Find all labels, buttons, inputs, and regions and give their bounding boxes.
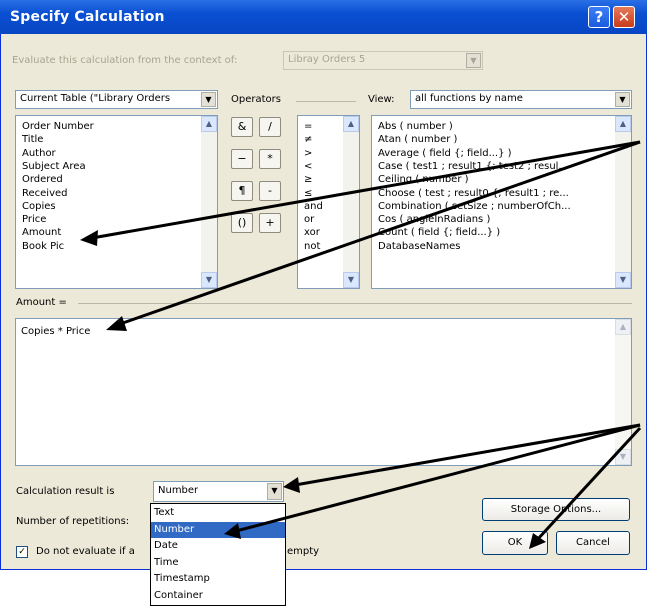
ok-button[interactable]: OK xyxy=(482,531,548,555)
operators-label: Operators xyxy=(231,94,281,105)
chevron-down-icon: ▼ xyxy=(466,53,481,68)
operator-button-hyphen[interactable]: - xyxy=(259,181,281,201)
operator-button-ampersand[interactable]: & xyxy=(231,117,253,137)
operator-list-item[interactable]: < xyxy=(304,160,312,173)
dont-evaluate-checkbox[interactable]: ✓ xyxy=(16,546,28,558)
operator-list-item[interactable]: > xyxy=(304,147,312,160)
scroll-down-icon[interactable]: ▼ xyxy=(615,449,631,465)
context-value: Libray Orders 5 xyxy=(288,54,366,65)
function-list-item[interactable]: Choose ( test ; result0 {; result1 ; re.… xyxy=(378,187,569,200)
function-list-item[interactable]: Average ( field {; field...} ) xyxy=(378,147,512,160)
field-list-item[interactable]: Subject Area xyxy=(22,160,86,173)
function-list-item[interactable]: Atan ( number ) xyxy=(378,133,457,146)
storage-options-button[interactable]: Storage Options... xyxy=(482,498,630,521)
operator-button-divide[interactable]: / xyxy=(259,117,281,137)
result-type-option[interactable]: Time xyxy=(151,555,285,571)
view-select[interactable]: all functions by name ▼ xyxy=(410,90,632,109)
operator-list-item[interactable]: not xyxy=(304,240,320,253)
result-type-dropdown[interactable]: Text Number Date Time Timestamp Container xyxy=(150,503,286,606)
formula-text: Copies * Price xyxy=(21,326,91,337)
result-type-option[interactable]: Container xyxy=(151,588,285,604)
repetitions-label: Number of repetitions: xyxy=(16,516,130,527)
operator-list-item[interactable]: ≤ xyxy=(304,187,312,200)
dialog-title: Specify Calculation xyxy=(10,9,165,25)
function-list-item[interactable]: Cos ( angleInRadians ) xyxy=(378,213,490,226)
function-list-item[interactable]: Ceiling ( number ) xyxy=(378,173,469,186)
dont-evaluate-label-end: empty xyxy=(287,546,320,557)
result-type-select[interactable]: Number ▼ xyxy=(153,481,284,502)
scroll-down-icon[interactable]: ▼ xyxy=(201,272,217,288)
result-type-option[interactable]: Text xyxy=(151,505,285,521)
field-list-item[interactable]: Author xyxy=(22,147,56,160)
operator-list-item[interactable]: ≠ xyxy=(304,133,312,146)
scroll-down-icon[interactable]: ▼ xyxy=(615,272,631,288)
operators-scrollbar[interactable]: ▲ ▼ xyxy=(343,116,359,288)
field-list-item[interactable]: Copies xyxy=(22,200,56,213)
help-button[interactable]: ? xyxy=(588,6,610,28)
formula-divider xyxy=(78,303,632,304)
scroll-up-icon[interactable]: ▲ xyxy=(343,116,359,132)
context-label: Evaluate this calculation from the conte… xyxy=(12,55,238,66)
operator-button-minus[interactable]: − xyxy=(231,149,253,169)
result-type-value: Number xyxy=(158,485,199,496)
scroll-up-icon[interactable]: ▲ xyxy=(201,116,217,132)
function-list-item[interactable]: Count ( field {; field...} ) xyxy=(378,226,500,239)
functions-scrollbar[interactable]: ▲ ▼ xyxy=(615,116,631,288)
field-list-item[interactable]: Amount xyxy=(22,226,61,239)
functions-list[interactable]: Abs ( number ) Atan ( number ) Average ( f… xyxy=(371,115,632,289)
operator-buttons: & / − * ¶ - () + xyxy=(231,113,291,243)
formula-textarea[interactable]: Copies * Price ▲ ▼ xyxy=(15,318,632,466)
chevron-down-icon[interactable]: ▼ xyxy=(267,483,282,500)
function-list-item[interactable]: DatabaseNames xyxy=(378,240,460,253)
scroll-down-icon[interactable]: ▼ xyxy=(343,272,359,288)
operator-list-item[interactable]: or xyxy=(304,213,314,226)
comparison-operators-list[interactable]: = ≠ > < ≥ ≤ and or xor not ▲ ▼ xyxy=(297,115,360,289)
operator-button-multiply[interactable]: * xyxy=(259,149,281,169)
result-type-option[interactable]: Timestamp xyxy=(151,571,285,587)
close-button[interactable]: ✕ xyxy=(613,6,635,28)
operator-list-item[interactable]: = xyxy=(304,120,312,133)
operator-list-item[interactable]: xor xyxy=(304,226,320,239)
context-select: Libray Orders 5 ▼ xyxy=(283,51,483,70)
field-list-item[interactable]: Order Number xyxy=(22,120,94,133)
function-list-item[interactable]: Case ( test1 ; result1 {; test2 ; resul.… xyxy=(378,160,568,173)
dont-evaluate-label: Do not evaluate if a xyxy=(36,546,135,557)
formula-label: Amount = xyxy=(16,297,67,308)
operator-list-item[interactable]: and xyxy=(304,200,323,213)
table-select-value: Current Table ("Library Orders xyxy=(20,93,171,104)
operators-divider xyxy=(296,101,356,102)
field-list-item[interactable]: Ordered xyxy=(22,173,63,186)
formula-scrollbar[interactable]: ▲ ▼ xyxy=(615,319,631,465)
field-list-item[interactable]: Price xyxy=(22,213,46,226)
scroll-up-icon[interactable]: ▲ xyxy=(615,116,631,132)
chevron-down-icon[interactable]: ▼ xyxy=(201,92,216,107)
table-select[interactable]: Current Table ("Library Orders ▼ xyxy=(15,90,218,109)
result-type-label: Calculation result is xyxy=(16,486,115,497)
result-type-option[interactable]: Number xyxy=(151,521,285,538)
view-select-value: all functions by name xyxy=(415,93,523,104)
field-list-item[interactable]: Book Pic xyxy=(22,240,64,253)
chevron-down-icon[interactable]: ▼ xyxy=(615,92,630,107)
fields-scrollbar[interactable]: ▲ ▼ xyxy=(201,116,217,288)
result-type-option[interactable]: Date xyxy=(151,538,285,554)
scroll-up-icon[interactable]: ▲ xyxy=(615,319,631,335)
fields-list[interactable]: Order Number Title Author Subject Area Order… xyxy=(15,115,218,289)
view-label: View: xyxy=(368,94,395,105)
operator-button-parentheses[interactable]: () xyxy=(231,213,253,233)
cancel-button[interactable]: Cancel xyxy=(556,531,630,555)
field-list-item[interactable]: Received xyxy=(22,187,68,200)
operator-button-plus[interactable]: + xyxy=(259,213,281,233)
function-list-item[interactable]: Abs ( number ) xyxy=(378,120,453,133)
function-list-item[interactable]: Combination ( setSize ; numberOfCh... xyxy=(378,200,571,213)
operator-list-item[interactable]: ≥ xyxy=(304,173,312,186)
checkmark-icon: ✓ xyxy=(18,547,26,557)
operator-button-pilcrow[interactable]: ¶ xyxy=(231,181,253,201)
field-list-item[interactable]: Title xyxy=(22,133,43,146)
